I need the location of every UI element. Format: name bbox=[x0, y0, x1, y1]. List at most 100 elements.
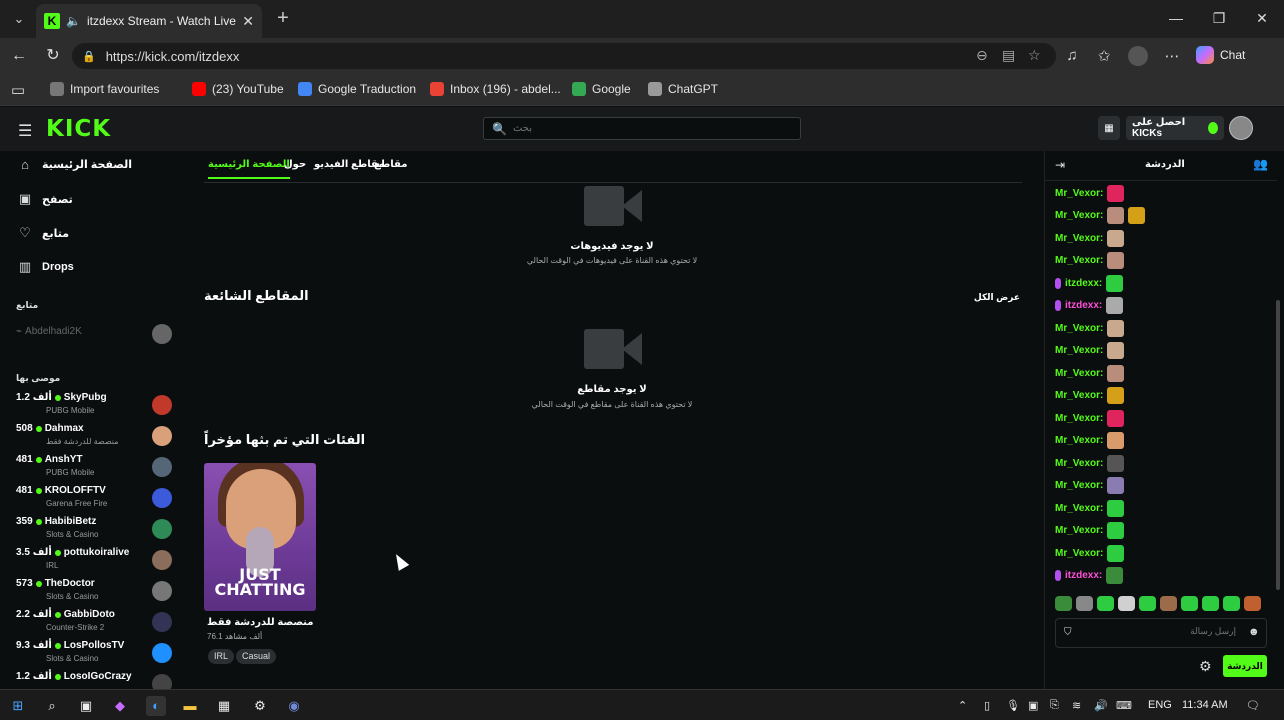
bookmark-item[interactable]: (23) YouTube bbox=[192, 82, 284, 96]
send-chat-button[interactable]: الدردشة bbox=[1223, 655, 1267, 677]
recommended-channel[interactable]: 481 KROLOFFTV Garena Free Fire bbox=[16, 485, 176, 515]
back-icon[interactable]: ← bbox=[8, 46, 30, 66]
clock[interactable]: 11:34 AM bbox=[1182, 699, 1228, 711]
chat-message[interactable]: itzdexx: bbox=[1055, 296, 1124, 316]
window-close-icon[interactable]: ✕ bbox=[1252, 10, 1272, 27]
collapse-chat-icon[interactable]: ⇥ bbox=[1055, 158, 1065, 172]
close-tab-icon[interactable]: ✕ bbox=[242, 13, 254, 30]
microphone-icon[interactable]: 🎙 bbox=[1006, 699, 1020, 712]
user-avatar[interactable] bbox=[1229, 116, 1253, 140]
recommended-channel[interactable]: 481 AnshYT PUBG Mobile bbox=[16, 454, 176, 484]
file-explorer-icon[interactable]: ▬ bbox=[180, 696, 200, 716]
keyboard-icon[interactable]: ⌨ bbox=[1116, 699, 1132, 712]
tray-device-icon[interactable]: ▯ bbox=[984, 699, 990, 712]
minimize-icon[interactable]: — bbox=[1166, 10, 1186, 26]
chat-message[interactable]: Mr_Vexor: bbox=[1055, 431, 1125, 451]
browser-tab-active[interactable]: K 🔈 itzdexx Stream - Watch Live o ✕ bbox=[36, 4, 262, 38]
chat-message[interactable]: Mr_Vexor: bbox=[1055, 498, 1125, 518]
bookmark-item[interactable]: Google Traduction bbox=[298, 82, 416, 96]
category-card-just-chatting[interactable]: JUST CHATTING bbox=[204, 463, 316, 611]
chat-username[interactable]: Mr_Vexor: bbox=[1055, 188, 1103, 199]
notifications-icon[interactable]: 🗨 bbox=[1246, 699, 1260, 712]
emote[interactable] bbox=[1244, 596, 1261, 611]
recommended-channel[interactable]: 573 TheDoctor Slots & Casino bbox=[16, 578, 176, 608]
following-item[interactable]: ⌁ Abdelhadi2K bbox=[16, 324, 176, 356]
chat-username[interactable]: Mr_Vexor: bbox=[1055, 525, 1103, 536]
tag-casual[interactable]: Casual bbox=[236, 649, 277, 664]
chat-message[interactable]: Mr_Vexor: bbox=[1055, 453, 1125, 473]
recommended-channel[interactable]: 1.2 ألف SkyPubg PUBG Mobile bbox=[16, 392, 176, 422]
emote[interactable] bbox=[1139, 596, 1156, 611]
chat-username[interactable]: Mr_Vexor: bbox=[1055, 255, 1103, 266]
chat-message[interactable]: Mr_Vexor: bbox=[1055, 318, 1125, 338]
chat-username[interactable]: Mr_Vexor: bbox=[1055, 233, 1103, 244]
chat-message[interactable]: Mr_Vexor: bbox=[1055, 521, 1125, 541]
sidebar-nav-item[interactable]: ▥ Drops bbox=[18, 259, 74, 275]
chat-username[interactable]: Mr_Vexor: bbox=[1055, 480, 1103, 491]
media-icon[interactable]: ♫ bbox=[1062, 47, 1082, 64]
chat-message[interactable]: Mr_Vexor: bbox=[1055, 251, 1125, 271]
chat-username[interactable]: Mr_Vexor: bbox=[1055, 368, 1103, 379]
recommended-channel[interactable]: 2.2 ألف GabbiDoto Counter-Strike 2 bbox=[16, 609, 176, 639]
emote[interactable] bbox=[1181, 596, 1198, 611]
collections-icon[interactable]: ▭ bbox=[8, 81, 28, 99]
reader-icon[interactable]: ▤ bbox=[1002, 47, 1015, 64]
recommended-channel[interactable]: 359 HabibiBetz Slots & Casino bbox=[16, 516, 176, 546]
sidebar-nav-item[interactable]: ⌂ الصفحة الرئيسية bbox=[18, 157, 132, 172]
volume-icon[interactable]: 🔊 bbox=[1094, 699, 1108, 712]
chat-username[interactable]: Mr_Vexor: bbox=[1055, 458, 1103, 469]
chat-username[interactable]: itzdexx: bbox=[1065, 278, 1102, 289]
emote[interactable] bbox=[1076, 596, 1093, 611]
menu-icon[interactable]: ☰ bbox=[18, 121, 32, 141]
emote[interactable] bbox=[1223, 596, 1240, 611]
store-icon[interactable]: ▦ bbox=[214, 696, 234, 716]
search-taskbar-icon[interactable]: ⌕ bbox=[42, 696, 62, 716]
chat-message[interactable]: Mr_Vexor: bbox=[1055, 341, 1125, 361]
emote[interactable] bbox=[1118, 596, 1135, 611]
start-icon[interactable]: ⊞ bbox=[8, 696, 28, 716]
search-bar[interactable]: 🔍 bbox=[483, 117, 801, 140]
tray-app-icon[interactable]: ▣ bbox=[1028, 699, 1038, 712]
chat-message[interactable]: Mr_Vexor: bbox=[1055, 183, 1125, 203]
tab-home[interactable]: الصفحة الرئيسية bbox=[208, 159, 290, 179]
bookmark-item[interactable]: Google bbox=[572, 82, 631, 96]
chat-username[interactable]: Mr_Vexor: bbox=[1055, 390, 1103, 401]
kick-logo[interactable]: KICK bbox=[46, 116, 111, 142]
chat-message[interactable]: Mr_Vexor: bbox=[1055, 363, 1125, 383]
chat-message[interactable]: Mr_Vexor: bbox=[1055, 476, 1125, 496]
category-name[interactable]: منصصة للدردشة فقط bbox=[207, 617, 313, 628]
tab-about[interactable]: حول bbox=[284, 159, 306, 170]
refresh-icon[interactable]: ↻ bbox=[42, 46, 64, 66]
dashboard-button[interactable]: ▦ bbox=[1098, 116, 1120, 140]
favorite-star-icon[interactable]: ☆ bbox=[1028, 47, 1041, 64]
chat-message[interactable]: Mr_Vexor: bbox=[1055, 206, 1146, 226]
chat-message[interactable]: itzdexx: bbox=[1055, 566, 1124, 586]
chat-input[interactable] bbox=[1076, 626, 1236, 636]
view-all-link[interactable]: عرض الكل bbox=[960, 292, 1020, 303]
chat-username[interactable]: Mr_Vexor: bbox=[1055, 503, 1103, 514]
chat-username[interactable]: Mr_Vexor: bbox=[1055, 345, 1103, 356]
chat-message[interactable]: Mr_Vexor: bbox=[1055, 543, 1125, 563]
speaker-icon[interactable]: 🔈 bbox=[66, 14, 81, 28]
chat-message[interactable]: Mr_Vexor: bbox=[1055, 408, 1125, 428]
site-info-icon[interactable]: 🔒 bbox=[82, 50, 96, 63]
recommended-channel[interactable]: 3.5 ألف pottukoiralive IRL bbox=[16, 547, 176, 577]
chat-username[interactable]: Mr_Vexor: bbox=[1055, 413, 1103, 424]
settings-taskbar-icon[interactable]: ⚙ bbox=[250, 696, 270, 716]
maximize-icon[interactable]: ❐ bbox=[1209, 10, 1229, 27]
address-bar[interactable]: 🔒 https://kick.com/itzdexx ⊖ ▤ ☆ bbox=[72, 43, 1056, 69]
search-input[interactable] bbox=[512, 123, 773, 134]
task-view-icon[interactable]: ▣ bbox=[76, 696, 96, 716]
bookmark-item[interactable]: Import favourites bbox=[50, 82, 159, 96]
discord-icon[interactable]: ◉ bbox=[284, 696, 304, 716]
chat-users-icon[interactable]: 👥 bbox=[1253, 157, 1268, 171]
page-scrollbar[interactable] bbox=[1276, 300, 1280, 590]
favorites-icon[interactable]: ✩ bbox=[1094, 47, 1114, 65]
new-tab-button[interactable]: + bbox=[272, 7, 294, 30]
chat-message[interactable]: itzdexx: bbox=[1055, 273, 1124, 293]
chat-input-box[interactable]: ⛉ ☻ bbox=[1055, 618, 1267, 648]
chat-message[interactable]: Mr_Vexor: bbox=[1055, 386, 1125, 406]
tray-app2-icon[interactable]: ⎘ bbox=[1050, 699, 1059, 712]
zoom-icon[interactable]: ⊖ bbox=[976, 47, 988, 64]
bookmark-item[interactable]: Inbox (196) - abdel... bbox=[430, 82, 561, 96]
